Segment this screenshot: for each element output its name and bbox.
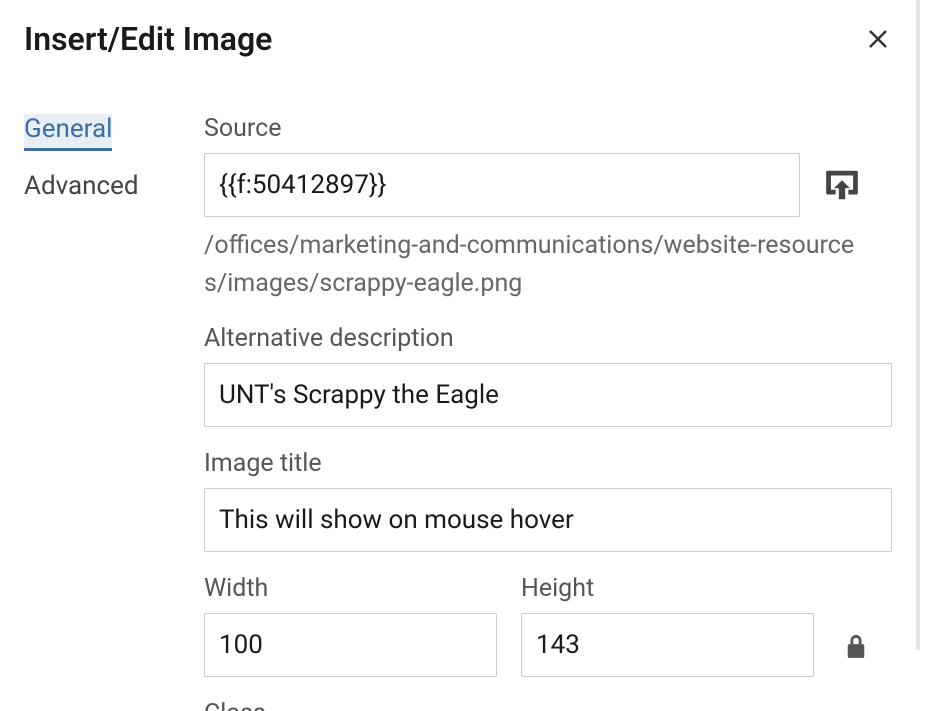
dialog-header: Insert/Edit Image bbox=[0, 0, 916, 78]
image-title-input[interactable] bbox=[204, 488, 892, 552]
dimensions-row: Width Height bbox=[204, 552, 892, 677]
tab-list: General Advanced bbox=[24, 114, 154, 711]
alt-label: Alternative description bbox=[204, 324, 892, 353]
width-input[interactable] bbox=[204, 613, 497, 677]
insert-edit-image-dialog: Insert/Edit Image General Advanced Sourc… bbox=[0, 0, 920, 650]
form-panel: Source /offices/marketing-and-communicat… bbox=[204, 114, 892, 711]
source-label: Source bbox=[204, 114, 892, 143]
class-label: Class bbox=[204, 699, 892, 711]
image-title-label: Image title bbox=[204, 449, 892, 478]
dialog-title: Insert/Edit Image bbox=[24, 20, 272, 58]
height-column: Height bbox=[521, 552, 814, 677]
width-label: Width bbox=[204, 574, 497, 603]
alt-description-input[interactable] bbox=[204, 363, 892, 427]
width-column: Width bbox=[204, 552, 497, 677]
height-label: Height bbox=[521, 574, 814, 603]
height-input[interactable] bbox=[521, 613, 814, 677]
close-button[interactable] bbox=[864, 25, 892, 53]
lock-icon bbox=[845, 633, 867, 659]
source-browse-button[interactable] bbox=[822, 165, 862, 205]
upload-icon bbox=[823, 166, 861, 204]
close-icon bbox=[866, 27, 890, 51]
tab-general[interactable]: General bbox=[24, 114, 112, 151]
source-row bbox=[204, 153, 892, 217]
constrain-proportions-button[interactable] bbox=[838, 615, 874, 677]
dialog-body: General Advanced Source /offices/marketi… bbox=[0, 78, 916, 711]
source-resolved-path: /offices/marketing-and-communications/we… bbox=[204, 227, 864, 302]
tab-advanced[interactable]: Advanced bbox=[24, 171, 139, 201]
source-input[interactable] bbox=[204, 153, 800, 217]
